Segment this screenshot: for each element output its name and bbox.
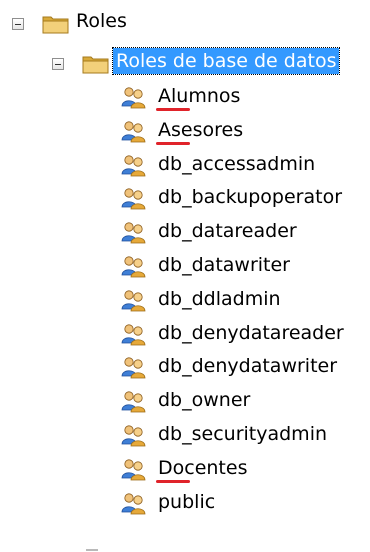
tree-node-role[interactable]: db_ddladmin	[0, 283, 370, 317]
role-users-icon	[120, 85, 147, 109]
role-users-icon	[120, 119, 147, 143]
role-users-icon	[120, 355, 147, 379]
red-annotation-underline	[156, 142, 190, 145]
tree-node-roles[interactable]: Roles	[0, 4, 200, 38]
tree-node-role[interactable]: db_securityadmin	[0, 418, 370, 452]
role-users-icon	[120, 322, 147, 346]
role-users-icon	[120, 491, 147, 515]
red-annotation-underline	[156, 108, 190, 111]
tree-node-role[interactable]: db_backupoperator	[0, 181, 370, 215]
role-label: Docentes	[158, 457, 248, 479]
tree-node-database-roles[interactable]: Roles de base de datos	[0, 44, 370, 78]
role-users-icon	[120, 153, 147, 177]
tree-node-role[interactable]: db_denydatawriter	[0, 350, 370, 384]
tree-node-role[interactable]: Docentes	[0, 452, 370, 486]
tree-node-role[interactable]: db_datareader	[0, 215, 370, 249]
red-annotation-underline	[156, 480, 190, 483]
folder-icon	[42, 16, 69, 34]
tree-node-role[interactable]: db_owner	[0, 384, 370, 418]
tree-node-role[interactable]: db_accessadmin	[0, 148, 370, 182]
role-label: db_datareader	[158, 220, 297, 242]
role-users-icon	[120, 186, 147, 210]
tree-node-role[interactable]: public	[0, 486, 370, 520]
tree-node-role[interactable]: Alumnos	[0, 80, 370, 114]
tree-node-label: Roles	[76, 10, 127, 32]
role-users-icon	[120, 389, 147, 413]
role-label: db_denydatareader	[158, 322, 344, 344]
tree-node-role[interactable]: db_datawriter	[0, 249, 370, 283]
role-users-icon	[120, 254, 147, 278]
collapse-minus-icon[interactable]	[52, 58, 64, 70]
role-label: db_datawriter	[158, 254, 290, 276]
role-label: Alumnos	[158, 85, 241, 107]
role-label: db_ddladmin	[158, 288, 281, 310]
role-label: db_denydatawriter	[158, 355, 338, 377]
role-label: db_owner	[158, 389, 251, 411]
role-label: db_accessadmin	[158, 153, 316, 175]
tree-line-stub	[86, 549, 98, 551]
object-explorer-tree: Roles Roles de base de datos Alumnos Ases…	[0, 0, 370, 552]
tree-node-label-selected: Roles de base de datos	[111, 47, 341, 75]
tree-node-role[interactable]: Asesores	[0, 114, 370, 148]
role-label: db_backupoperator	[158, 186, 343, 208]
folder-icon	[82, 56, 109, 74]
role-users-icon	[120, 220, 147, 244]
role-users-icon	[120, 457, 147, 481]
role-label: public	[158, 491, 216, 513]
role-users-icon	[120, 423, 147, 447]
role-label: db_securityadmin	[158, 423, 328, 445]
role-label: Asesores	[158, 119, 244, 141]
tree-node-role[interactable]: db_denydatareader	[0, 317, 370, 351]
collapse-minus-icon[interactable]	[12, 18, 24, 30]
role-users-icon	[120, 288, 147, 312]
